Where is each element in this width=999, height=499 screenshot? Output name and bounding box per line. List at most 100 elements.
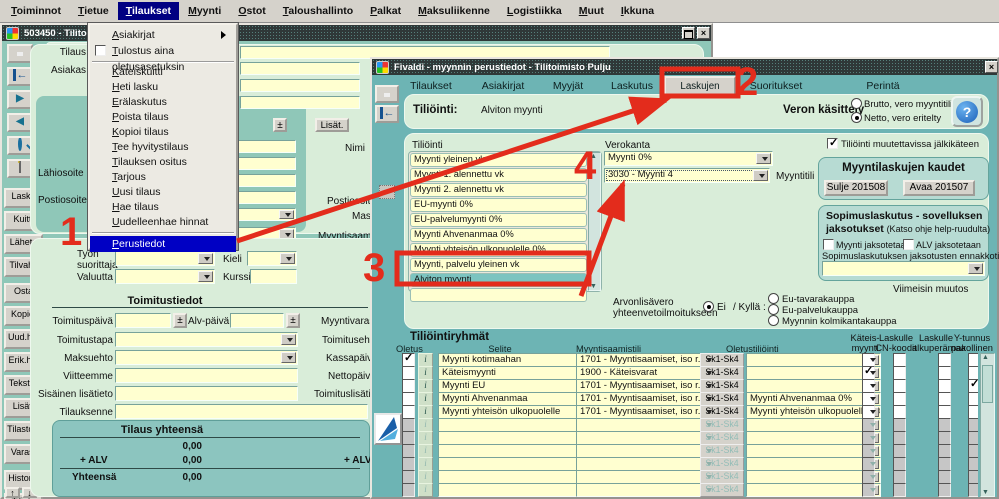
date-picker-button[interactable]: ± [273, 118, 287, 132]
myyntisaamistili-cell-dropdown[interactable] [576, 470, 717, 484]
cn-koodit-checkbox[interactable] [893, 353, 906, 367]
cn-koodit-checkbox[interactable] [893, 470, 906, 484]
myyntisaamistili-cell-dropdown[interactable]: 1701 - Myyntisaamiset, iso r... [576, 392, 717, 406]
oletustiliointi-cell-dropdown[interactable] [746, 366, 881, 380]
selite-field[interactable] [438, 470, 580, 484]
info-button[interactable]: i [418, 444, 433, 458]
info-button[interactable]: i [418, 483, 433, 497]
cn-koodit-checkbox[interactable] [893, 405, 906, 419]
oletustiliointi-cell-dropdown[interactable] [746, 483, 881, 497]
cn-koodit-checkbox[interactable] [893, 418, 906, 432]
menu-item[interactable]: Kopioi tilaus [90, 125, 236, 140]
cn-koodit-checkbox[interactable] [893, 483, 906, 497]
ytunnus-checkbox[interactable] [968, 405, 978, 419]
oletustiliointi-cell-dropdown[interactable] [746, 379, 881, 393]
address-field[interactable] [238, 157, 296, 170]
selite-field[interactable]: Myynti kotimaahan [438, 353, 580, 367]
order-field[interactable] [240, 62, 360, 75]
ytunnus-checkbox[interactable] [968, 444, 978, 458]
cn-koodit-checkbox[interactable] [893, 431, 906, 445]
tiliointi-list-item[interactable]: Myynti yhteisön ulkopuolelle 0% [410, 243, 587, 257]
close-button-fg[interactable]: × [985, 61, 998, 73]
info-button[interactable]: i [418, 366, 433, 380]
table-row[interactable]: i Sk1-Sk4 [400, 483, 978, 497]
alkuperamaa-checkbox[interactable] [938, 457, 951, 471]
ytunnus-checkbox[interactable] [968, 483, 978, 497]
ennakkotili-dropdown[interactable] [822, 261, 985, 276]
selite-field[interactable] [438, 457, 580, 471]
move-up-button[interactable]: ↑ [5, 487, 20, 498]
scrollbar-thumb[interactable] [982, 365, 993, 403]
ytunnus-checkbox[interactable] [968, 457, 978, 471]
myyntisaamistili-cell-dropdown[interactable]: 1900 - Käteisvarat [576, 366, 717, 380]
alkuperamaa-checkbox[interactable] [938, 379, 951, 393]
info-button[interactable]: i [418, 392, 433, 406]
alkuperamaa-checkbox[interactable] [938, 431, 951, 445]
tab-tilaukset[interactable]: Tilaukset [400, 77, 462, 95]
info-button[interactable]: i [418, 470, 433, 484]
ytunnus-checkbox[interactable] [968, 392, 978, 406]
info-button[interactable]: i [418, 353, 433, 367]
order-field[interactable] [240, 79, 360, 92]
kylla-option-radio[interactable] [768, 315, 779, 326]
table-scrollbar[interactable] [980, 353, 995, 497]
myyntisaamistili-cell-dropdown[interactable] [576, 418, 717, 432]
selite-field[interactable]: Käteismyynti [438, 366, 580, 380]
menubar-item[interactable]: Myynti [180, 2, 229, 20]
alkuperamaa-checkbox[interactable] [938, 418, 951, 432]
avaa-button[interactable]: Avaa 201507 [903, 180, 975, 196]
myyntitili-dropdown[interactable]: 3030 - Myynti 4 [604, 168, 770, 183]
oletus-checkbox[interactable] [402, 379, 415, 393]
close-button[interactable]: × [697, 27, 710, 39]
alkuperamaa-checkbox[interactable] [938, 405, 951, 419]
menu-item[interactable]: Tarjous [90, 170, 236, 185]
table-row[interactable]: i Sk1-Sk4 [400, 457, 978, 471]
tab-perinta[interactable]: Perintä [858, 77, 908, 95]
perustiedot-titlebar[interactable]: Fivaldi - myynnin perustiedot - Tilitoim… [372, 59, 997, 75]
menubar-item[interactable]: Maksuliikenne [410, 2, 498, 20]
myyntisaamistili-cell-dropdown[interactable] [576, 483, 717, 497]
alv-paiva-field[interactable] [230, 313, 284, 328]
table-row[interactable]: i Käteismyynti 1900 - Käteisvarat Sk1-Sk… [400, 364, 978, 380]
menubar-item[interactable]: Toiminnot [3, 2, 69, 20]
oletus-checkbox[interactable] [402, 444, 415, 458]
table-row[interactable]: i Sk1-Sk4 [400, 418, 978, 432]
viitteemme-field[interactable] [115, 368, 298, 383]
save-button-fg[interactable] [375, 85, 399, 103]
tiliointi-list-item[interactable]: Myynti yleinen vk [410, 153, 587, 167]
alkuperamaa-checkbox[interactable] [938, 444, 951, 458]
ytunnus-checkbox[interactable] [968, 418, 978, 432]
sisainen-lisatieto-field[interactable] [115, 386, 298, 401]
tab-asiakirjat[interactable]: Asiakirjat [470, 77, 536, 95]
brutto-radio[interactable] [851, 98, 862, 109]
table-row[interactable]: i Myynti yhteisön ulkopuolelle 1701 - My… [400, 405, 978, 419]
tilauksenne-field[interactable] [115, 404, 368, 419]
cn-koodit-checkbox[interactable] [893, 379, 906, 393]
ei-radio[interactable] [703, 301, 714, 312]
ytunnus-checkbox[interactable] [968, 353, 978, 367]
table-row[interactable]: i Myynti Ahvenanmaa 1701 - Myyntisaamise… [400, 392, 978, 406]
exit-button-fg[interactable]: ← [375, 105, 399, 123]
tab-myyjat[interactable]: Myyjät [543, 77, 593, 95]
oletustiliointi-cell-dropdown[interactable]: Myynti Ahvenanmaa 0% [746, 392, 881, 406]
tiliointi-list-item[interactable] [410, 288, 587, 302]
address-field[interactable] [238, 174, 296, 187]
selite-field[interactable] [438, 431, 580, 445]
selite-field[interactable] [438, 483, 580, 497]
oletustiliointi-cell-dropdown[interactable]: Myynti yhteisön ulkopuolelle 0% [746, 405, 881, 419]
menu-item[interactable]: Käteiskuitti [90, 65, 236, 80]
selite-field[interactable]: Myynti EU [438, 379, 580, 393]
oletus-checkbox[interactable] [402, 483, 415, 497]
alkuperamaa-checkbox[interactable] [938, 483, 951, 497]
valuutta-dropdown[interactable] [115, 269, 215, 284]
tiliointi-list-item[interactable]: Myynti 1. alennettu vk [410, 168, 587, 182]
address-dropdown[interactable] [238, 208, 296, 221]
selite-field[interactable]: Myynti Ahvenanmaa [438, 392, 580, 406]
oletustiliointi-cell-dropdown[interactable] [746, 444, 881, 458]
tulostus-checkbox[interactable] [95, 45, 106, 56]
maksuehto-dropdown[interactable] [115, 350, 298, 365]
oletus-checkbox[interactable] [402, 431, 415, 445]
info-button[interactable]: i [418, 457, 433, 471]
menu-item-tulostus[interactable]: Tulostus aina oletusasetuksin [90, 43, 236, 73]
tiliointi-list-item[interactable]: Alviton myynti [410, 273, 587, 287]
